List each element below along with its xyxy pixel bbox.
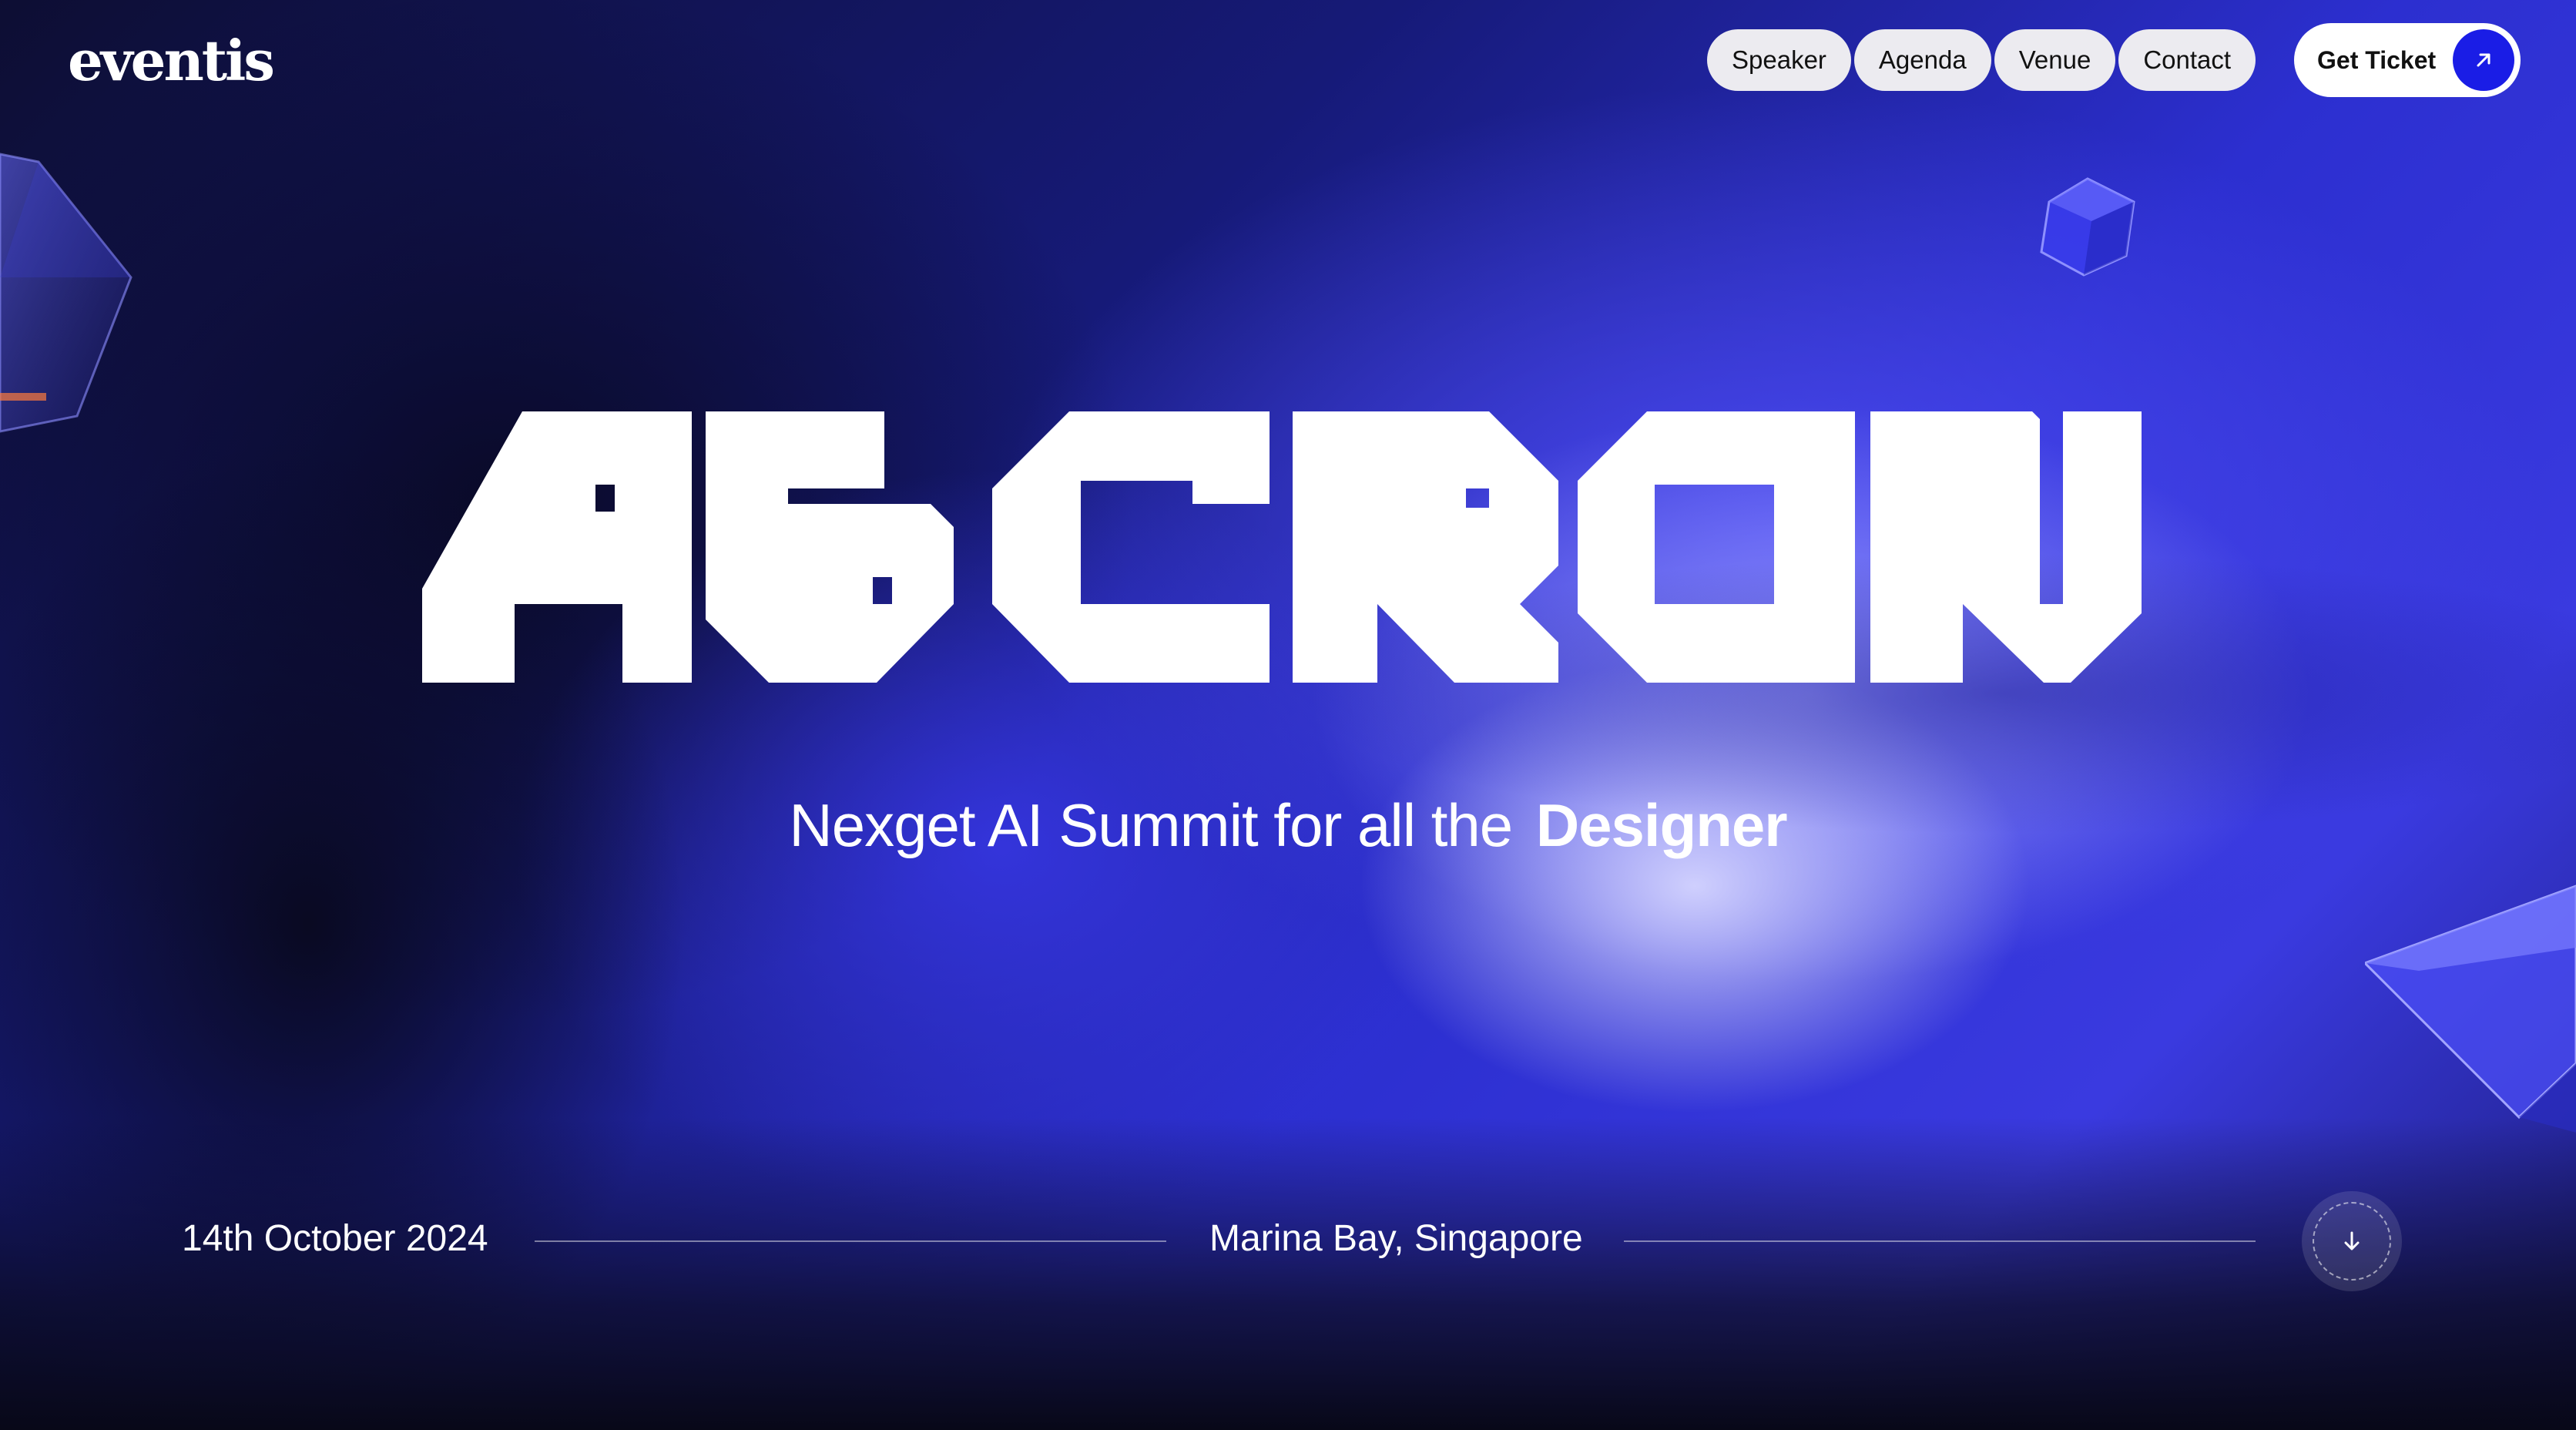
title-letter-c [992,411,1270,683]
glass-cube-top-decoration [2026,171,2142,287]
title-letter-i [706,411,954,683]
arrow-down-icon [2344,1231,2360,1250]
title-letter-a [422,411,692,683]
event-date: 14th October 2024 [182,1218,488,1259]
get-ticket-button[interactable]: Get Ticket [2294,23,2521,97]
title-letter-n [1870,411,2142,683]
divider-line [1624,1240,2256,1242]
arrow-up-right-icon [2453,29,2514,91]
scroll-down-button[interactable] [2302,1191,2402,1291]
scroll-down-ring [2313,1202,2391,1281]
main-nav: Speaker Agenda Venue Contact [1707,29,2256,91]
get-ticket-label: Get Ticket [2317,45,2437,74]
divider-line [535,1240,1166,1242]
title-letter-o [1578,411,1855,683]
title-letter-r [1293,411,1558,683]
nav-item-speaker[interactable]: Speaker [1707,29,1851,91]
background-bottom-fade [0,1117,2576,1430]
hero-subtitle: Nexget AI Summit for all the Designer [0,791,2576,861]
nav-item-venue[interactable]: Venue [1994,29,2116,91]
glass-cube-right-decoration [2365,878,2576,1133]
event-location: Marina Bay, Singapore [1209,1218,1583,1259]
nav-item-agenda[interactable]: Agenda [1853,29,1991,91]
nav-item-contact[interactable]: Contact [2118,29,2256,91]
eventis-logo[interactable]: eventis [68,28,275,93]
glass-cube-left-decoration [0,139,146,447]
hero-title-aicron [422,411,2142,683]
hero-subtitle-emphasis: Designer [1535,791,1788,859]
hero-subtitle-regular: Nexget AI Summit for all the [789,791,1513,859]
